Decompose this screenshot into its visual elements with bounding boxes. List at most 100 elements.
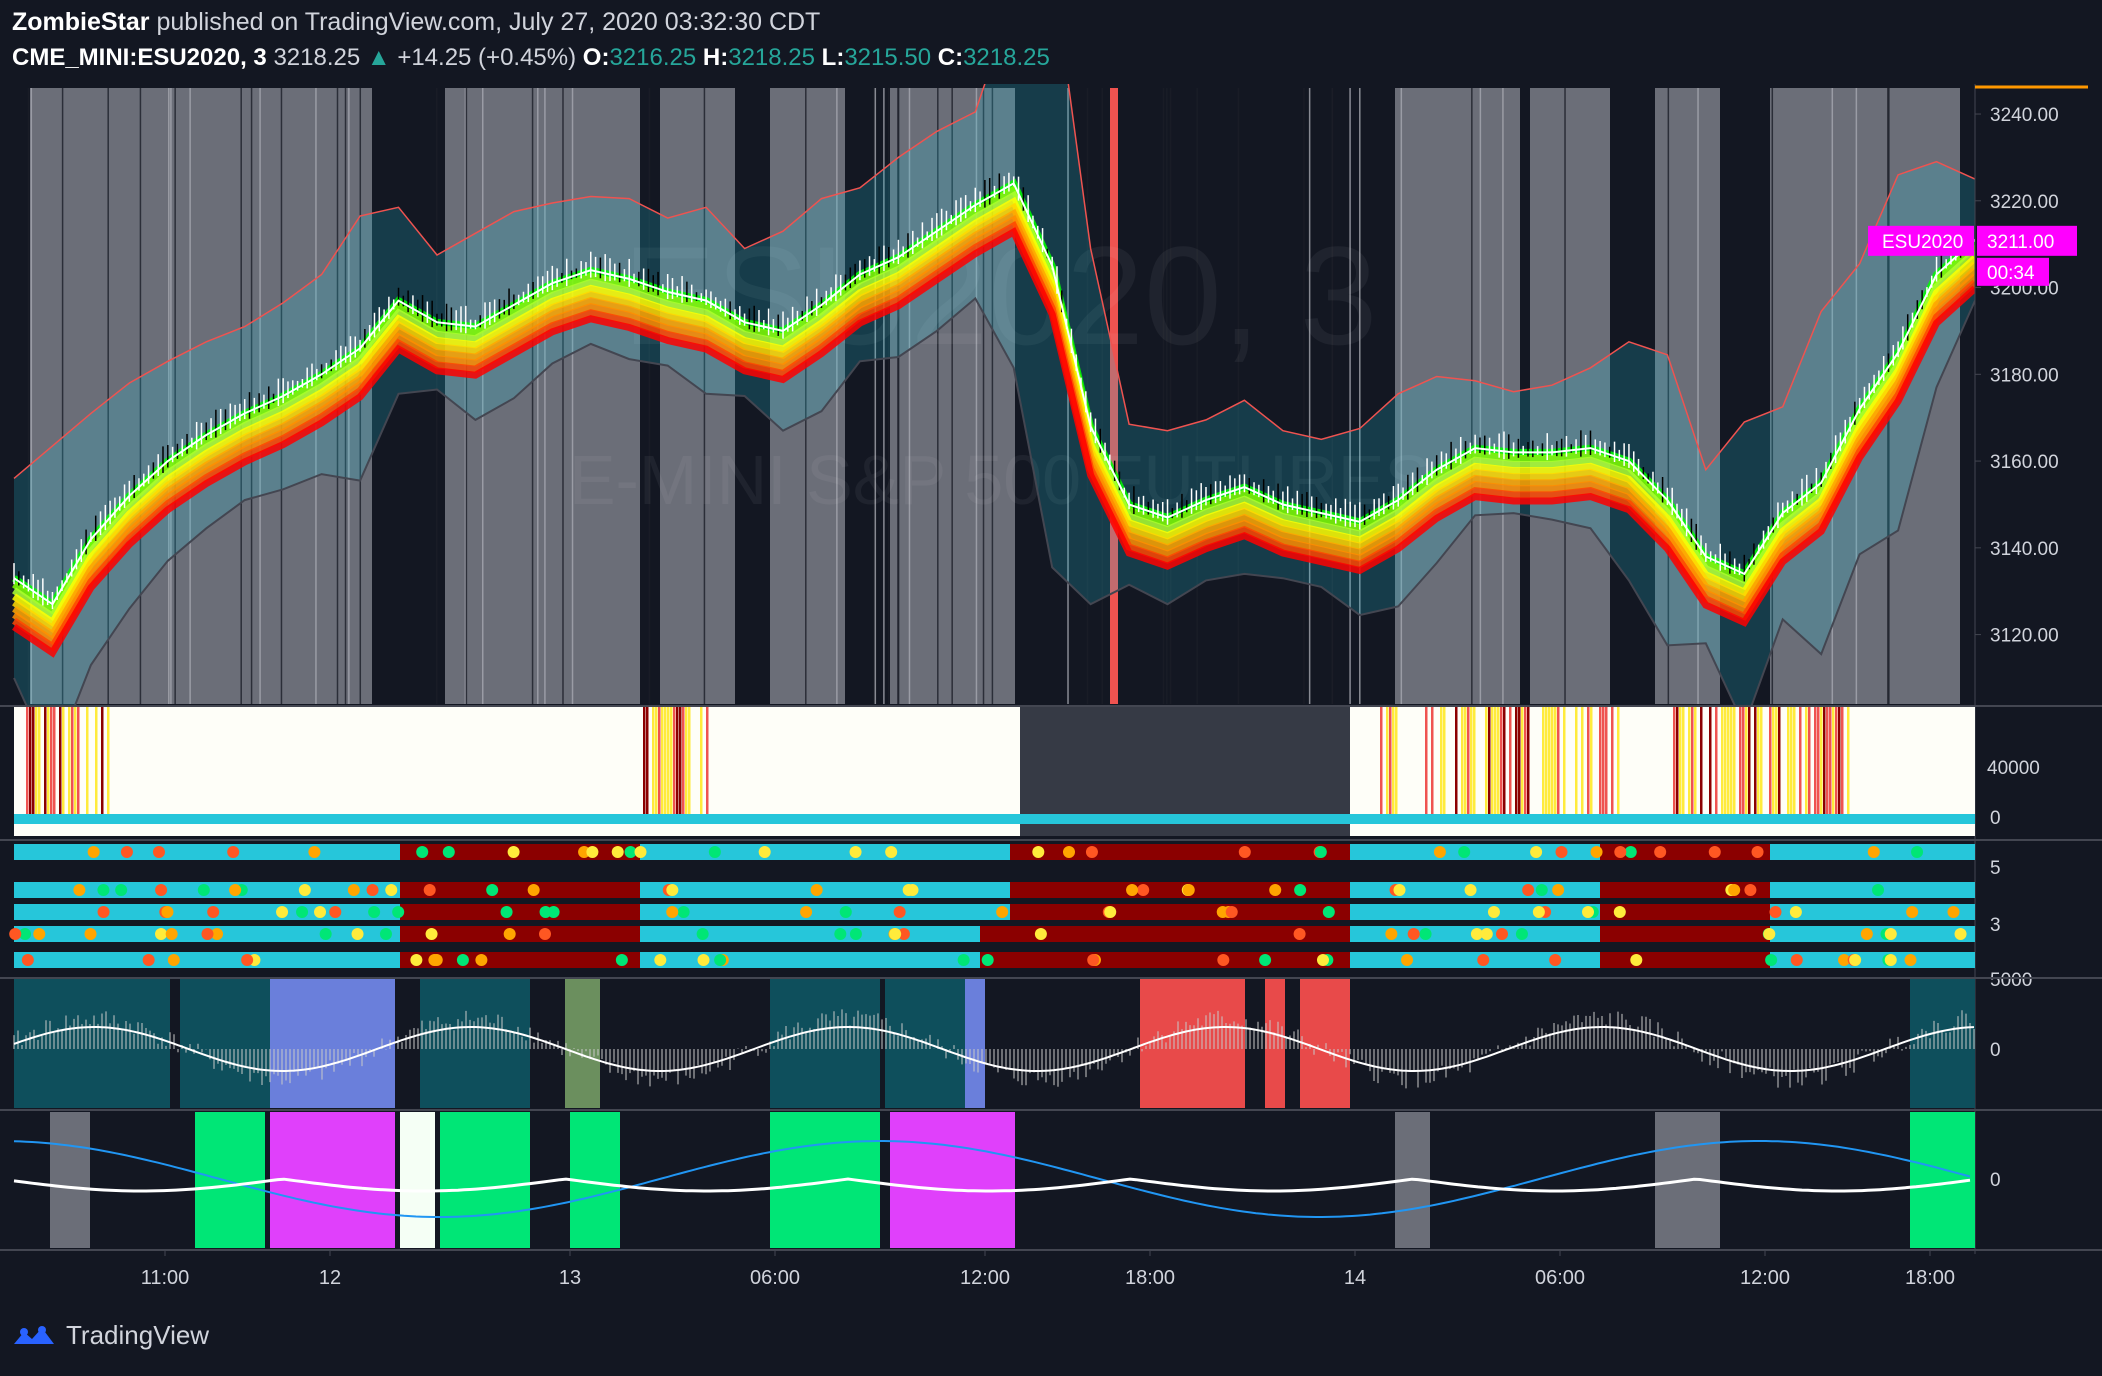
ribbon-dot: [1744, 884, 1757, 896]
vertical-marker: [531, 88, 534, 704]
ribbon-axis-label: 5: [1990, 858, 2001, 879]
ribbon-dot: [241, 954, 254, 966]
tradingview-logo-icon: [14, 1325, 54, 1344]
ribbon-dot: [347, 884, 360, 896]
ribbon-dot: [1535, 884, 1548, 896]
ribbon-dot: [893, 906, 906, 918]
ribbon-dot: [1867, 846, 1880, 858]
ribbon-dot: [1751, 846, 1764, 858]
volume-bar: [1491, 707, 1494, 816]
ribbon-dot: [654, 954, 667, 966]
ribbon-dot: [611, 846, 624, 858]
volume-bar: [664, 707, 667, 816]
ribbon-dot: [486, 884, 499, 896]
ribbon-dot: [1630, 954, 1643, 966]
volume-bar: [1754, 707, 1757, 816]
volume-bar: [1587, 707, 1590, 816]
price-axis-label: 3220.00: [1990, 192, 2059, 213]
ribbon-dot: [586, 846, 599, 858]
footer-brand[interactable]: TradingView: [66, 1320, 209, 1351]
volume-bar: [1545, 707, 1548, 816]
ribbon-dot: [416, 846, 429, 858]
ribbon-dot: [152, 846, 165, 858]
volume-axis-label: 40000: [1987, 758, 2040, 779]
volume-bar: [1823, 707, 1826, 816]
volume-bar: [1769, 707, 1772, 816]
ribbon-dot: [227, 846, 240, 858]
volume-bar: [670, 707, 673, 816]
volume-bar: [1757, 707, 1760, 816]
volume-bar: [77, 707, 80, 816]
ribbon-dot: [207, 906, 220, 918]
volume-bar: [1611, 707, 1614, 816]
ribbon-dot: [1487, 906, 1500, 918]
volume-bar: [1835, 707, 1838, 816]
chart-area[interactable]: ESU2020, 3E-MINI S&P 500 FUTURES3240.003…: [0, 84, 2102, 1314]
volume-bar: [1709, 707, 1712, 816]
ribbon-dot: [197, 884, 210, 896]
ribbon-segment: [1600, 926, 1770, 942]
volume-bar: [44, 707, 47, 816]
oscillator2-zone: [440, 1112, 530, 1248]
ribbon-dot: [1316, 954, 1329, 966]
volume-bar: [1808, 707, 1811, 816]
ribbon-dot: [1087, 954, 1100, 966]
ribbon-dot: [1947, 906, 1960, 918]
ribbon-dot: [1393, 884, 1406, 896]
ribbon-dot: [314, 906, 327, 918]
volume-bar: [1724, 707, 1727, 816]
ribbon-dot: [1708, 846, 1721, 858]
ribbon-dot: [1495, 928, 1508, 940]
time-axis-label: 12:00: [1740, 1267, 1790, 1289]
ribbon-dot: [1860, 928, 1873, 940]
ribbon-dot: [697, 954, 710, 966]
ribbon-dot: [385, 884, 398, 896]
close-label: C:: [937, 44, 964, 71]
time-axis-label: 11:00: [141, 1267, 190, 1289]
ribbon-dot: [423, 884, 436, 896]
ribbon-dot: [21, 954, 34, 966]
time-axis-label: 12: [319, 1267, 341, 1289]
volume-bar: [1524, 707, 1527, 816]
ribbon-dot: [834, 928, 847, 940]
volume-bar: [1721, 707, 1724, 816]
vertical-marker: [1162, 88, 1165, 704]
volume-bar: [1485, 707, 1488, 816]
author-name[interactable]: ZombieStar: [12, 8, 150, 36]
volume-bar: [1509, 707, 1512, 816]
volume-bar: [1617, 707, 1620, 816]
volume-bar: [1826, 707, 1829, 816]
ribbon-dot: [503, 928, 516, 940]
volume-bar: [661, 707, 664, 816]
volume-bar: [1599, 707, 1602, 816]
ribbon-dot: [425, 928, 438, 940]
volume-bar: [1563, 707, 1566, 816]
volume-bar: [1775, 707, 1778, 816]
ribbon-dot: [849, 928, 862, 940]
volume-bar: [1392, 707, 1395, 816]
ribbon-dot: [1433, 846, 1446, 858]
vertical-marker: [1237, 88, 1240, 704]
ribbon-dot: [366, 884, 379, 896]
oscillator-zone: [965, 978, 985, 1108]
volume-bar: [71, 707, 74, 816]
ribbon-dot: [1613, 906, 1626, 918]
oscillator2-axis-label: 0: [1990, 1170, 2001, 1191]
ribbon-dot: [319, 928, 332, 940]
ribbon-dot: [1225, 906, 1238, 918]
symbol-name[interactable]: CME_MINI:ESU2020, 3: [12, 44, 267, 71]
volume-bar: [1551, 707, 1554, 816]
ribbon-dot: [379, 928, 392, 940]
oscillator2-zone: [50, 1112, 90, 1248]
volume-bar: [1814, 707, 1817, 816]
ribbon-dot: [1104, 906, 1117, 918]
ribbon-segment: [400, 904, 640, 920]
volume-bar: [658, 707, 661, 816]
volume-bar: [1829, 707, 1832, 816]
volume-bar: [107, 707, 110, 816]
ribbon-dot: [758, 846, 771, 858]
volume-base: [14, 814, 1975, 824]
symbol-tag-label: ESU2020: [1882, 232, 1963, 253]
volume-bar: [1739, 707, 1742, 816]
ribbon-dot: [298, 884, 311, 896]
